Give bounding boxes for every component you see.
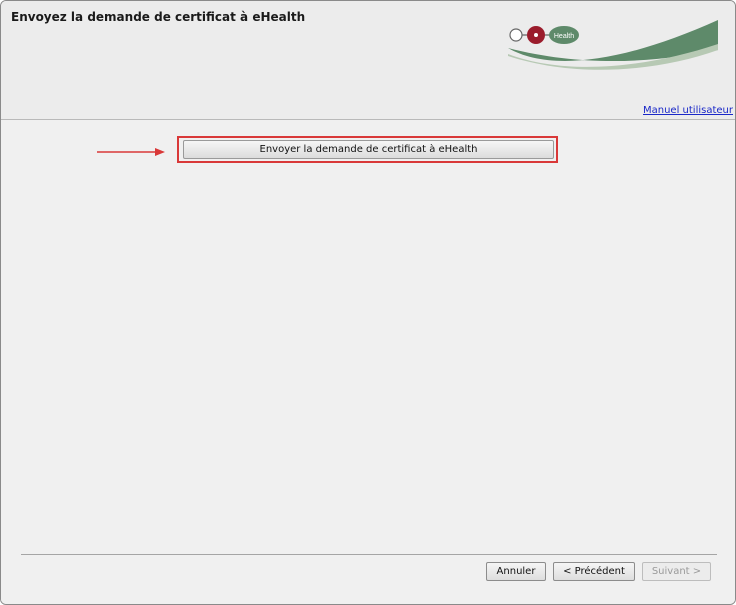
page-title: Envoyez la demande de certificat à eHeal…	[11, 10, 306, 24]
send-certificate-request-button[interactable]: Envoyer la demande de certificat à eHeal…	[183, 140, 554, 159]
arrow-icon	[97, 148, 165, 156]
next-button[interactable]: Suivant >	[642, 562, 711, 581]
manual-link[interactable]: Manuel utilisateur	[643, 105, 733, 116]
wizard-window: Envoyez la demande de certificat à eHeal…	[0, 0, 736, 605]
footer-divider	[21, 554, 717, 555]
cancel-button[interactable]: Annuler	[486, 562, 546, 581]
wizard-content	[1, 120, 735, 604]
logo-text: Health	[554, 33, 574, 40]
previous-button[interactable]: < Précédent	[553, 562, 635, 581]
ehealth-logo: Health	[508, 20, 718, 70]
wizard-header: Envoyez la demande de certificat à eHeal…	[1, 1, 735, 120]
